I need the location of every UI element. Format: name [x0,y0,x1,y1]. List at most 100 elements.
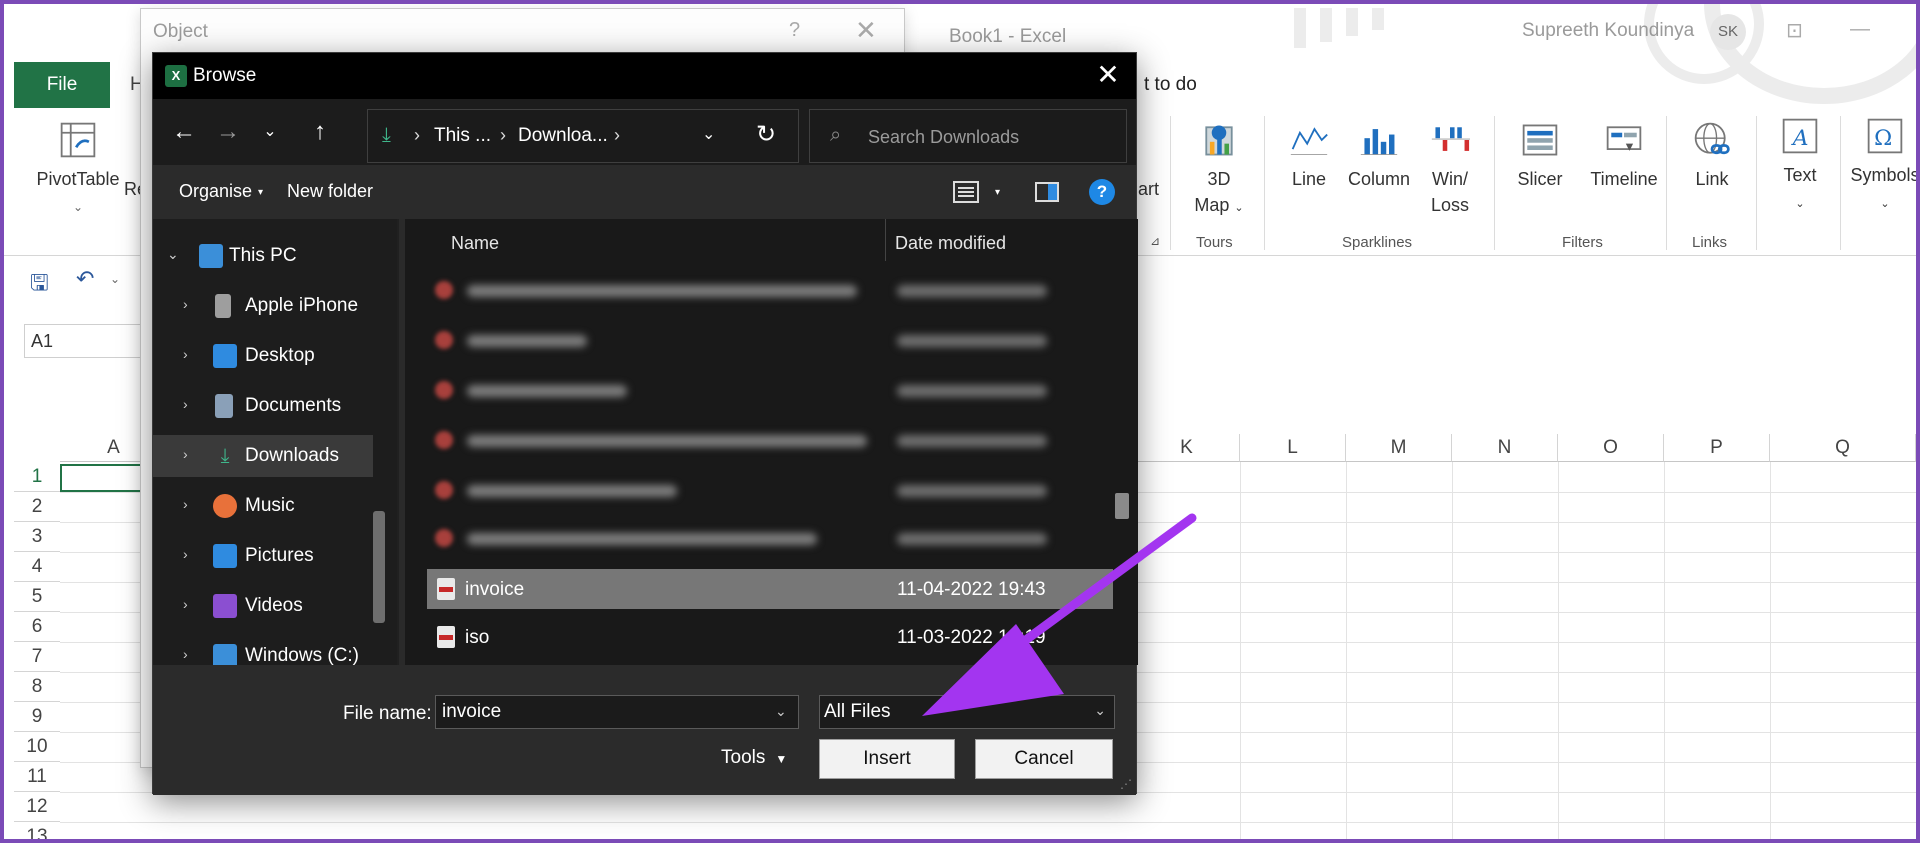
sparkline-winloss-button[interactable]: Win/Loss [1422,120,1478,218]
column-header-date[interactable]: Date modified [895,233,1006,254]
column-header-l[interactable]: L [1240,434,1346,462]
row-header[interactable]: 12 [14,792,60,822]
sidebar-item-pictures[interactable]: › Pictures [153,535,373,577]
dialog-launcher-icon[interactable]: ⊿ [1150,234,1160,248]
file-tab[interactable]: File [14,62,110,108]
row-header[interactable]: 10 [14,732,60,762]
tools-button[interactable]: Tools ▼ [721,747,787,769]
sidebar-item-apple-iphone[interactable]: › Apple iPhone [153,285,373,327]
sidebar-item-music[interactable]: › Music [153,485,373,527]
column-header-n[interactable]: N [1452,434,1558,462]
3d-map-button[interactable]: 3D Map ⌄ [1184,120,1254,221]
chevron-right-icon[interactable]: › [183,296,188,312]
chevron-right-icon[interactable]: › [183,446,188,462]
slicer-icon [1522,124,1558,156]
sidebar-item-videos[interactable]: › Videos [153,585,373,627]
help-icon[interactable]: ? [789,19,800,42]
row-header[interactable]: 1 [14,462,60,492]
breadcrumb-downloads[interactable]: Downloa... [518,125,608,147]
up-arrow-icon[interactable]: ↑ [303,115,337,149]
column-header-p[interactable]: P [1664,434,1770,462]
text-button[interactable]: A Text ⌄ [1770,116,1830,217]
excel-doc-title: Book1 - Excel [949,26,1067,47]
cancel-button[interactable]: Cancel [975,739,1113,779]
organise-button[interactable]: Organise ▾ [179,181,263,202]
forward-arrow-icon[interactable]: → [211,115,245,149]
breadcrumb-this-pc[interactable]: This ... [434,125,491,147]
refresh-icon[interactable]: ↻ [756,120,776,149]
sparkline-line-button[interactable]: Line [1284,120,1334,192]
sidebar-item-downloads[interactable]: › ⤓ Downloads [153,435,373,477]
chevron-right-icon[interactable]: › [183,346,188,362]
preview-pane-icon[interactable] [1035,181,1059,203]
row-header[interactable]: 2 [14,492,60,522]
sparkline-column-button[interactable]: Column [1344,120,1414,192]
column-header-o[interactable]: O [1558,434,1664,462]
row-header[interactable]: 9 [14,702,60,732]
view-dropdown-icon[interactable]: ▾ [995,187,1000,198]
active-cell-a1[interactable] [60,464,150,492]
row-header[interactable]: 5 [14,582,60,612]
slicer-button[interactable]: Slicer [1512,120,1568,192]
sidebar-scrollbar[interactable] [373,511,385,623]
pdf-icon [435,431,453,449]
pdf-icon [435,331,453,349]
row-header[interactable]: 11 [14,762,60,792]
chevron-right-icon[interactable]: › [183,546,188,562]
user-avatar[interactable]: SK [1710,14,1746,50]
pivottable-button[interactable]: PivotTable ⌄ [30,120,126,220]
save-icon[interactable]: 🖫 [30,266,49,304]
file-type-select[interactable]: All Files ⌄ [819,695,1115,729]
pivotchart-button[interactable]: art [1138,176,1159,202]
back-arrow-icon[interactable]: ← [167,115,201,149]
resize-grip-icon[interactable]: ⋰ [1120,777,1132,791]
chevron-down-icon[interactable]: ⌄ [110,272,120,286]
file-name-input[interactable] [435,695,799,729]
help-icon[interactable]: ? [1089,179,1115,205]
search-input[interactable] [868,122,1118,152]
ribbon-display-icon[interactable]: ⊡ [1786,18,1803,43]
column-header-m[interactable]: M [1346,434,1452,462]
sidebar-item-desktop[interactable]: › Desktop [153,335,373,377]
chevron-right-icon[interactable]: › [183,496,188,512]
chevron-down-icon[interactable]: ⌄ [167,246,179,263]
row-header[interactable]: 8 [14,672,60,702]
column-header-k[interactable]: K [1134,434,1240,462]
row-header[interactable]: 6 [14,612,60,642]
file-row-iso[interactable]: iso 11-03-2022 16:19 [427,617,1113,657]
column-header-name[interactable]: Name [451,233,499,254]
chevron-down-icon[interactable]: ⌄ [775,703,787,720]
chevron-right-icon[interactable]: › [183,596,188,612]
link-button[interactable]: Link [1684,120,1740,192]
insert-button[interactable]: Insert [819,739,955,779]
sidebar-item-windows-c[interactable]: › Windows (C:) [153,635,373,665]
close-icon[interactable]: ✕ [855,15,877,46]
undo-icon[interactable]: ↶ [76,266,94,292]
sidebar-item-documents[interactable]: › Documents [153,385,373,427]
view-details-icon[interactable] [953,180,979,204]
timeline-button[interactable]: Timeline [1584,120,1664,192]
sidebar-item-this-pc[interactable]: ⌄ This PC [153,235,373,277]
address-dropdown-icon[interactable]: ⌄ [702,124,715,144]
new-folder-button[interactable]: New folder [287,181,373,202]
address-bar[interactable]: ⤓ › This ... › Downloa... › ⌄ ↻ [367,109,799,163]
tell-me-search[interactable]: t to do [1144,74,1197,96]
symbols-button[interactable]: Ω Symbols ⌄ [1850,116,1916,217]
row-header[interactable]: 4 [14,552,60,582]
vertical-scrollbar-thumb[interactable] [1115,493,1129,519]
chevron-right-icon[interactable]: › [183,396,188,412]
breadcrumb-chevron-icon: › [614,125,620,145]
column-divider[interactable] [885,219,886,261]
column-header-q[interactable]: Q [1770,434,1916,462]
row-header[interactable]: 3 [14,522,60,552]
recent-locations-chevron-icon[interactable]: ⌄ [253,115,287,149]
chevron-right-icon[interactable]: › [183,646,188,662]
file-row-invoice[interactable]: invoice 11-04-2022 19:43 [427,569,1113,609]
minimize-icon[interactable]: — [1850,18,1870,41]
row-header[interactable]: 13 [14,822,60,839]
music-icon [213,494,237,518]
close-button[interactable]: ✕ [1090,57,1126,93]
search-box[interactable]: ⌕ [809,109,1127,163]
row-header[interactable]: 7 [14,642,60,672]
name-box[interactable]: A1 [24,324,144,358]
